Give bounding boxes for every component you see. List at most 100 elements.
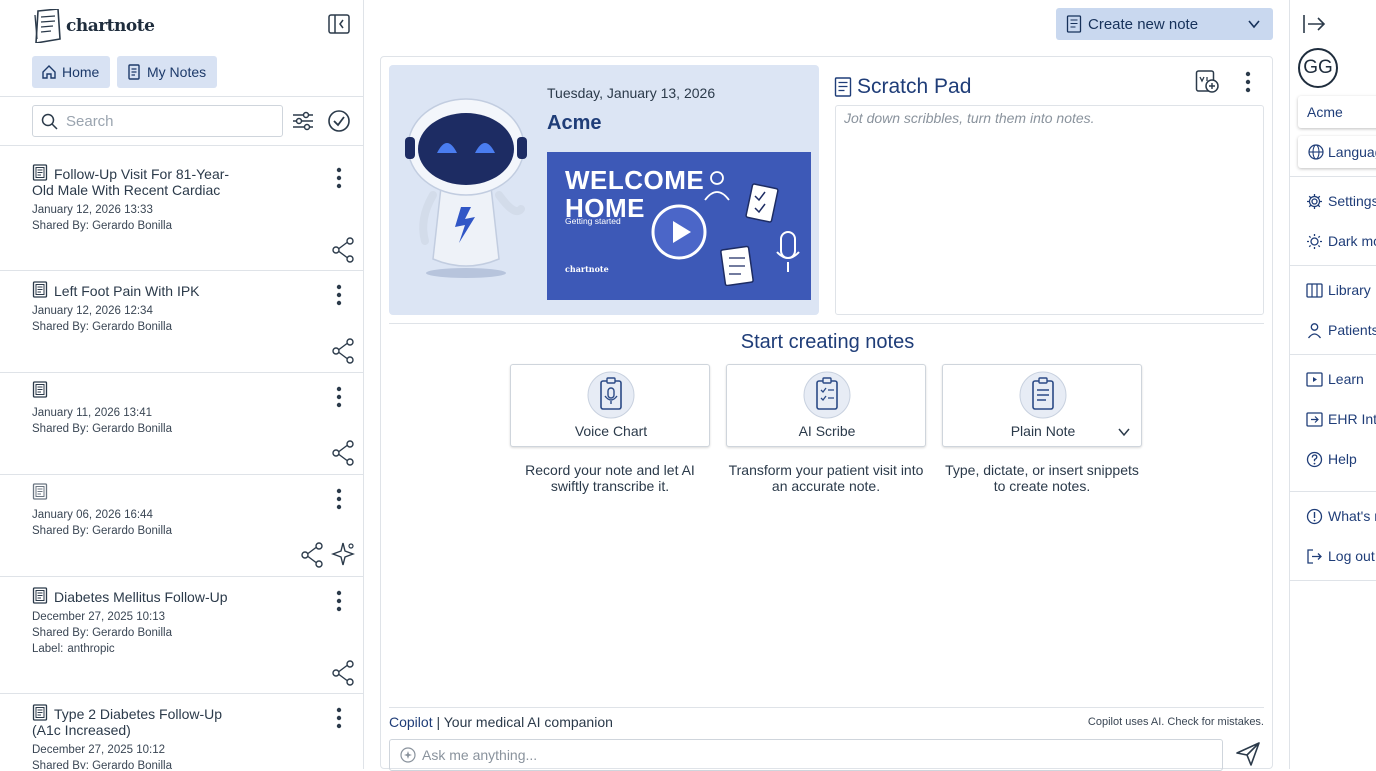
note-document-icon (32, 281, 48, 298)
copilot-input-box[interactable] (389, 739, 1223, 771)
scratch-pad-textarea[interactable] (835, 105, 1264, 315)
plain-note-icon (1019, 371, 1067, 419)
more-options-icon[interactable] (329, 283, 349, 307)
gear-icon (1307, 193, 1322, 209)
welcome-video[interactable]: WELCOME HOME Getting started chartnote (547, 152, 811, 300)
note-document-icon (32, 587, 48, 604)
note-meta: January 06, 2026 16:44 Shared By: Gerard… (32, 507, 172, 539)
info-icon (1306, 508, 1323, 524)
logout-menu-item[interactable]: Log out (1306, 545, 1375, 567)
send-icon[interactable] (1235, 741, 1261, 767)
patients-menu-item[interactable]: Patients (1306, 319, 1376, 341)
search-box[interactable] (32, 105, 283, 137)
user-avatar[interactable]: GG (1298, 48, 1338, 88)
copilot-tagline: | Your medical AI companion (432, 714, 613, 730)
voice-chart-description: Record your note and let AI swiftly tran… (525, 462, 695, 494)
settings-menu-item[interactable]: Settings (1306, 190, 1376, 212)
note-date: December 27, 2025 10:13 (32, 611, 165, 623)
more-options-icon[interactable] (329, 589, 349, 613)
ai-convert-icon[interactable] (1195, 69, 1219, 93)
ai-share-icon[interactable] (330, 541, 356, 567)
whats-new-menu-item[interactable]: What's new (1306, 505, 1376, 527)
expand-menu-icon[interactable] (1302, 13, 1326, 35)
logo-icon (34, 9, 61, 43)
search-input[interactable] (66, 112, 266, 130)
help-menu-item[interactable]: Help (1306, 448, 1357, 470)
share-icon[interactable] (331, 338, 355, 364)
ai-scribe-label: AI Scribe (798, 423, 856, 439)
create-new-note-label: Create new note (1088, 15, 1199, 33)
plain-note-button[interactable]: Plain Note (942, 364, 1142, 447)
note-document-icon (32, 164, 48, 181)
voice-chart-label: Voice Chart (574, 423, 648, 439)
note-list-item[interactable]: Diabetes Mellitus Follow-Up December 27,… (0, 577, 363, 694)
collapse-sidebar-icon[interactable] (328, 14, 350, 34)
ai-scribe-button[interactable]: AI Scribe (726, 364, 926, 447)
right-menu: GG Acme Language Settings Dark mode Libr… (1289, 0, 1376, 769)
dark-mode-menu-item[interactable]: Dark mode (1306, 230, 1376, 252)
note-list-item[interactable]: Type 2 Diabetes Follow-Up (A1c Increased… (0, 694, 363, 769)
more-options-icon[interactable] (329, 706, 349, 730)
scratch-pad-title: Scratch Pad (857, 75, 972, 98)
select-check-icon[interactable] (327, 109, 351, 133)
chevron-down-icon[interactable] (1117, 426, 1131, 438)
filter-icon[interactable] (291, 109, 315, 133)
note-list-item[interactable]: Left Foot Pain With IPK January 12, 2026… (0, 271, 363, 373)
company-name: Acme (547, 112, 602, 134)
organization-selector[interactable]: Acme (1298, 96, 1376, 128)
video-logo-text: chartnote (565, 264, 609, 274)
sun-icon (1307, 233, 1322, 249)
scratch-pad-icon (834, 77, 852, 97)
app-logo[interactable]: chartnote (32, 8, 155, 44)
integration-icon (1306, 411, 1323, 427)
divider (1290, 354, 1376, 355)
more-options-icon[interactable] (329, 385, 349, 409)
library-menu-item[interactable]: Library (1306, 279, 1371, 301)
my-notes-button[interactable]: My Notes (117, 56, 217, 88)
create-new-note-button[interactable]: Create new note (1056, 8, 1273, 40)
more-options-icon[interactable] (329, 487, 349, 511)
share-icon[interactable] (331, 660, 355, 686)
note-list-item[interactable]: January 11, 2026 13:41 Shared By: Gerard… (0, 373, 363, 475)
current-date: Tuesday, January 13, 2026 (547, 85, 716, 101)
chevron-down-icon[interactable] (1247, 17, 1261, 31)
more-options-icon[interactable] (329, 166, 349, 190)
ai-sparkle-icon (400, 747, 416, 763)
divider (1290, 176, 1376, 177)
share-icon[interactable] (331, 237, 355, 263)
note-icon (1066, 15, 1082, 33)
note-list-item[interactable]: January 06, 2026 16:44 Shared By: Gerard… (0, 475, 363, 577)
note-meta: December 27, 2025 10:12 Shared By: Gerar… (32, 742, 172, 769)
language-selector[interactable]: Language (1298, 136, 1376, 168)
home-button[interactable]: Home (32, 56, 110, 88)
voice-chart-button[interactable]: Voice Chart (510, 364, 710, 447)
notes-icon (128, 64, 140, 80)
divider (0, 96, 363, 97)
note-date: January 11, 2026 13:41 (32, 407, 152, 419)
copilot-input[interactable] (422, 747, 1202, 763)
divider (1290, 580, 1376, 581)
note-label: Label: anthropic (32, 643, 115, 655)
welcome-panel: Tuesday, January 13, 2026 Acme WELCOME HO… (389, 65, 819, 315)
start-creating-title: Start creating notes (740, 331, 915, 353)
note-shared-by: Shared By: Gerardo Bonilla (32, 423, 172, 435)
note-title: Left Foot Pain With IPK (32, 281, 242, 299)
note-date: December 27, 2025 10:12 (32, 744, 165, 756)
learn-menu-item[interactable]: Learn (1306, 368, 1364, 390)
note-date: January 06, 2026 16:44 (32, 509, 153, 521)
copilot-name: Copilot (389, 714, 433, 730)
video-subtitle: Getting started (565, 216, 621, 226)
copilot-disclaimer: Copilot uses AI. Check for mistakes. (1087, 716, 1264, 728)
note-list-item[interactable]: Follow-Up Visit For 81-Year-Old Male Wit… (0, 146, 363, 271)
search-icon (41, 113, 58, 130)
share-icon[interactable] (331, 440, 355, 466)
note-meta: January 12, 2026 13:33 Shared By: Gerard… (32, 202, 172, 234)
note-shared-by: Shared By: Gerardo Bonilla (32, 627, 172, 639)
note-shared-by: Shared By: Gerardo Bonilla (32, 321, 172, 333)
divider (1290, 265, 1376, 266)
globe-icon (1308, 144, 1324, 160)
scratch-pad-more-icon[interactable] (1238, 70, 1258, 94)
share-icon[interactable] (300, 542, 324, 568)
ehr-integrations-menu-item[interactable]: EHR Integrations (1306, 408, 1376, 430)
note-shared-by: Shared By: Gerardo Bonilla (32, 760, 172, 769)
